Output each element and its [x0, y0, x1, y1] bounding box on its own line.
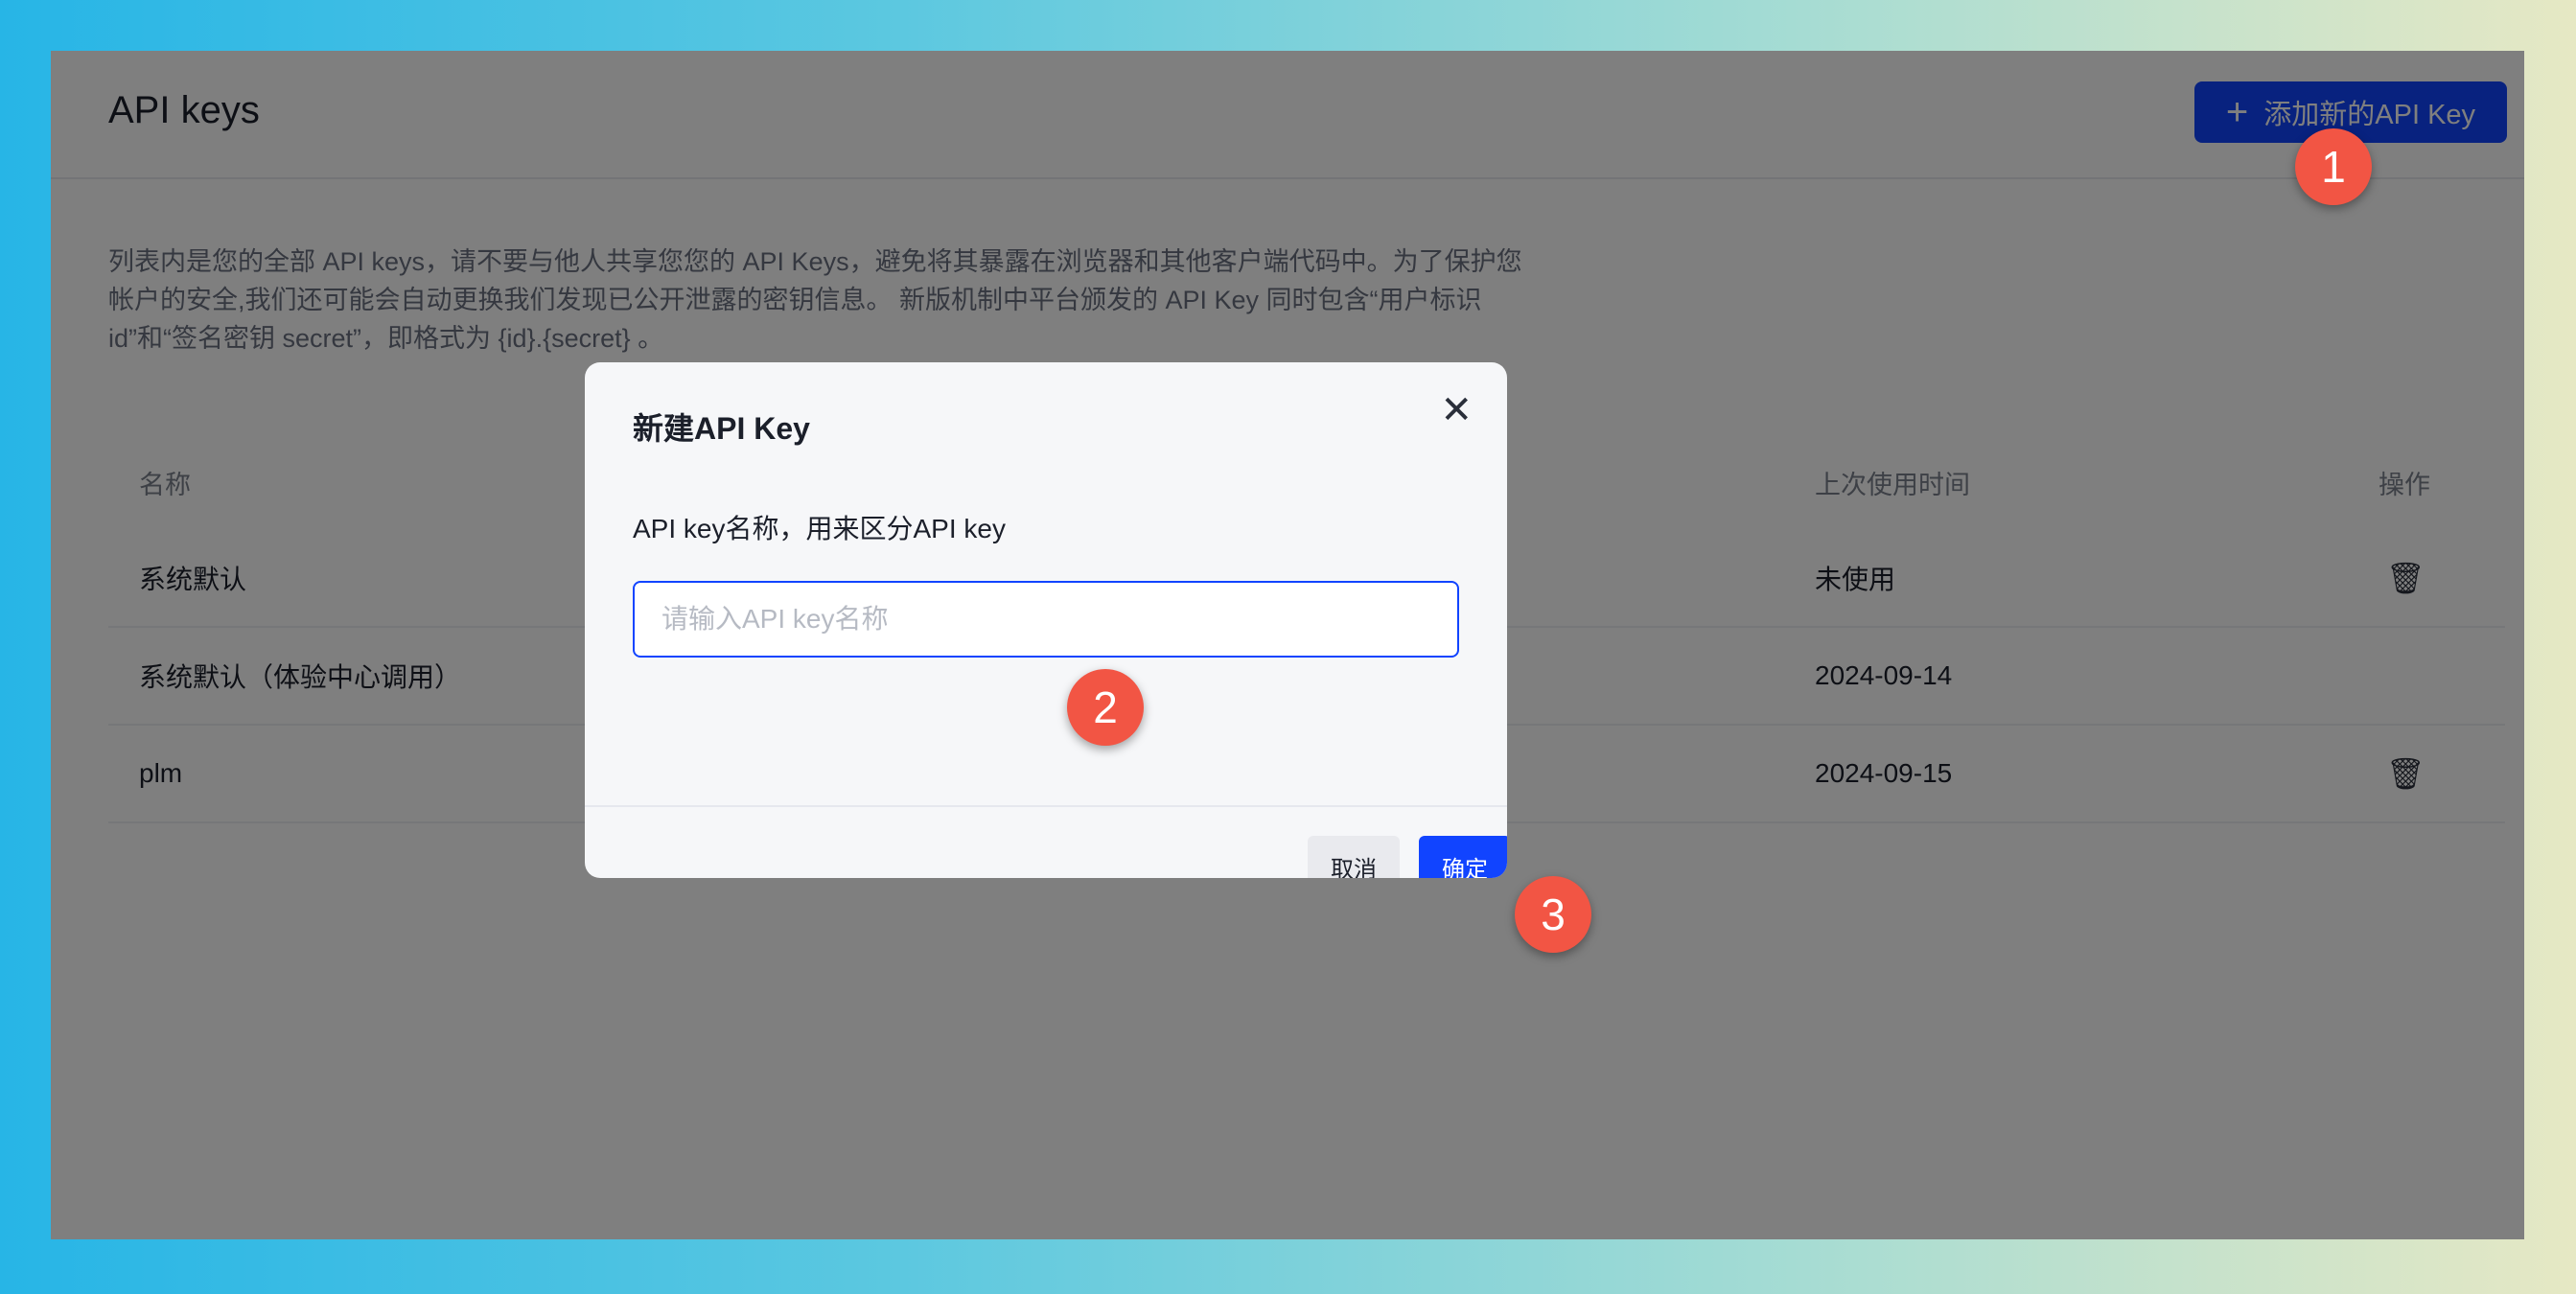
name-field-label: API key名称，用来区分API key — [633, 514, 1006, 543]
step-marker-3: 3 — [1515, 876, 1591, 953]
confirm-button[interactable]: 确定 — [1419, 836, 1507, 878]
cancel-button[interactable]: 取消 — [1308, 836, 1400, 878]
new-api-key-dialog: 新建API Key ✕ API key名称，用来区分API key 取消 确定 — [585, 362, 1507, 878]
step-marker-1: 1 — [2295, 128, 2372, 205]
step-marker-2: 2 — [1067, 669, 1144, 746]
dialog-title: 新建API Key — [633, 411, 810, 446]
api-key-name-input[interactable] — [633, 581, 1459, 658]
dialog-divider — [585, 805, 1507, 807]
close-icon[interactable]: ✕ — [1440, 391, 1473, 429]
